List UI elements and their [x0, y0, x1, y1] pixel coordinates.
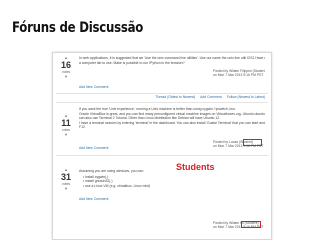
tab-thread[interactable]: Thread (Oldest to Newest) [155, 95, 195, 99]
divider [56, 102, 268, 103]
post-body: In web applications, it is suggested tha… [79, 56, 265, 65]
divider [56, 93, 268, 94]
list-item-text: install gnuwin32(.) [85, 179, 113, 184]
vote-down-icon[interactable]: ▼ [57, 74, 75, 79]
vote-down-icon[interactable]: ▼ [57, 132, 75, 137]
list-item-text: use a Linux VM (e.g. virtualbox, Linux m… [85, 183, 151, 188]
highlight-box [241, 221, 261, 228]
vote-down-icon[interactable]: ▼ [57, 186, 75, 191]
forum-screenshot: ▲ 16 votes ▼ In web applications, it is … [52, 52, 272, 240]
vote-count: 11 [61, 118, 71, 128]
vote-box: ▲ 11 votes ▼ [57, 113, 75, 137]
divider [56, 155, 268, 156]
post-text-line: a computer lab to use. Make is possible … [79, 60, 185, 65]
vote-box: ▲ 31 votes ▼ [57, 167, 75, 191]
add-comment-link[interactable]: Add New Comment [79, 85, 108, 89]
post-text-line: I have a terminal session by entering 't… [79, 120, 265, 125]
list-item-text: install cygwin(.) [85, 175, 109, 179]
post-text-line: F12. [79, 125, 86, 130]
vote-count: 31 [60, 172, 71, 182]
post-body: If you want the true 'Unix experience', … [79, 107, 265, 130]
highlight-box [243, 139, 262, 146]
post-text-line: In web applications, it is suggested tha… [79, 56, 265, 60]
vote-count: 16 [60, 60, 71, 70]
tab-add-comment[interactable]: Add Comment [200, 95, 222, 99]
students-annotation: Students [176, 162, 215, 172]
page-title: Fóruns de Discussão [12, 20, 144, 36]
post-text-line: Assuming you are using windows, you can: [79, 169, 144, 173]
post-author: Posted by Wiliam Filippini (Student) on … [213, 69, 265, 78]
add-comment-link[interactable]: Add New Comment [79, 197, 108, 201]
tab-follow[interactable]: Follow (Newest to Latest) [227, 95, 265, 99]
vote-box: ▲ 16 votes ▼ [57, 55, 75, 79]
post-date: on Mon 7 Mar 2013 9:16 PM PST [213, 73, 264, 78]
post-body: Assuming you are using windows, you can: [79, 169, 265, 174]
sort-tabs: Thread (Oldest to Newest) Add Comment Fo… [151, 95, 265, 99]
bullet-list: • install cygwin(.) • install gnuwin32(.… [83, 175, 150, 188]
add-comment-link[interactable]: Add New Comment [79, 146, 108, 150]
list-item: • use a Linux VM (e.g. virtualbox, Linux… [83, 183, 151, 188]
